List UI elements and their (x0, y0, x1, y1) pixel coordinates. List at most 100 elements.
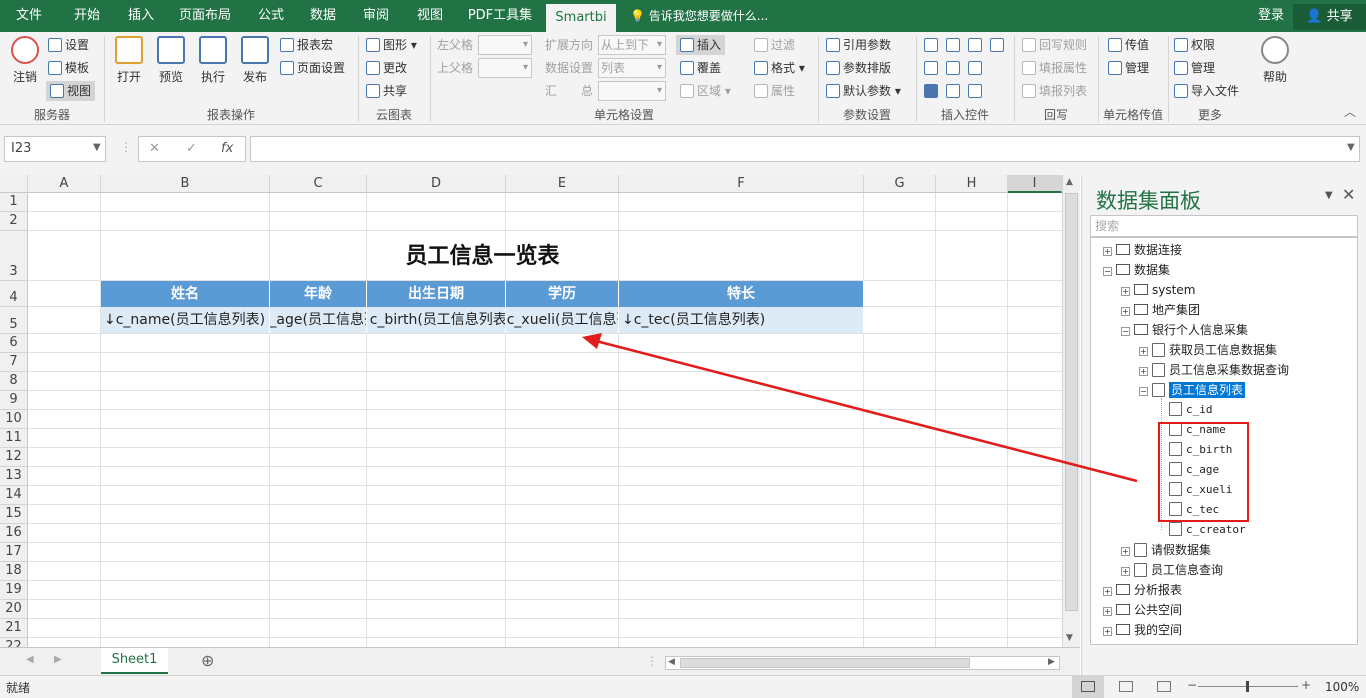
row-header-14[interactable]: 14 (0, 486, 28, 505)
header-cell-specialty[interactable]: 特长 (619, 281, 864, 307)
help-button[interactable]: 帮助 (1258, 36, 1292, 85)
row-header-8[interactable]: 8 (0, 372, 28, 391)
data-cell-specialty[interactable]: ↓c_tec(员工信息列表) (619, 307, 864, 333)
expand-direction-combo[interactable]: 从上到下 (598, 35, 666, 55)
scroll-down-icon[interactable]: ▼ (1066, 633, 1073, 643)
data-setting-combo[interactable]: 列表 (598, 58, 666, 78)
expand-icon[interactable]: + (1103, 627, 1112, 636)
open-button[interactable]: 打开 (112, 36, 146, 85)
horizontal-scroll-thumb[interactable] (680, 658, 970, 668)
expand-icon[interactable]: + (1103, 607, 1112, 616)
col-header-d[interactable]: D (367, 175, 506, 193)
sheet-tab-sheet1[interactable]: Sheet1 (101, 648, 168, 674)
scroll-up-icon[interactable]: ▲ (1066, 177, 1073, 187)
report-macro-button[interactable]: 报表宏 (280, 35, 333, 55)
control-image[interactable] (946, 58, 963, 78)
row-header-21[interactable]: 21 (0, 619, 28, 638)
row-header-16[interactable]: 16 (0, 524, 28, 543)
page-setup-button[interactable]: 页面设置 (280, 58, 345, 78)
writeback-rule-button[interactable]: 回写规则 (1022, 35, 1087, 55)
region-button[interactable]: 区域 ▾ (680, 81, 731, 101)
row-header-13[interactable]: 13 (0, 467, 28, 486)
expand-icon[interactable]: + (1121, 547, 1130, 556)
tree-employee-list[interactable]: − 员工信息列表 (1139, 380, 1246, 400)
summary-combo[interactable] (598, 81, 666, 101)
col-header-a[interactable]: A (28, 175, 101, 193)
scroll-left-icon[interactable]: ◀ (668, 657, 675, 667)
row-header-15[interactable]: 15 (0, 505, 28, 524)
data-cell-age[interactable]: ↓c_age(员工信息列表) (270, 307, 367, 333)
control-checkbox[interactable] (924, 81, 941, 101)
row-header-2[interactable]: 2 (0, 212, 28, 231)
horizontal-scrollbar[interactable]: ◀ ▶ (665, 656, 1060, 670)
col-header-f[interactable]: F (619, 175, 864, 193)
expand-icon[interactable]: + (1139, 367, 1148, 376)
import-file-button[interactable]: 导入文件 (1174, 81, 1239, 101)
zoom-in-button[interactable]: + (1301, 678, 1311, 692)
tree-field-c-creator[interactable]: c_creator (1169, 520, 1246, 540)
permission-button[interactable]: 权限 (1174, 35, 1215, 55)
expand-icon[interactable]: + (1121, 287, 1130, 296)
select-all-corner[interactable] (0, 175, 28, 193)
expand-icon[interactable]: + (1103, 587, 1112, 596)
data-cell-name[interactable]: ↓c_name(员工信息列表) (101, 307, 270, 333)
tree-bank-info[interactable]: − 银行个人信息采集 (1121, 320, 1248, 340)
preview-button[interactable]: 预览 (154, 36, 188, 85)
fill-list-button[interactable]: 填报列表 (1022, 81, 1087, 101)
tree-employee-query[interactable]: + 员工信息采集数据查询 (1139, 360, 1289, 380)
close-icon[interactable]: ✕ (1342, 185, 1355, 204)
name-box[interactable]: I23 (4, 136, 106, 162)
cover-mode-button[interactable]: 覆盖 (680, 58, 721, 78)
row-header-18[interactable]: 18 (0, 562, 28, 581)
login-button[interactable]: 登录 (1258, 0, 1284, 32)
tree-data-connection[interactable]: + 数据连接 (1103, 240, 1182, 260)
left-parent-combo[interactable] (478, 35, 532, 55)
fill-property-button[interactable]: 填报属性 (1022, 58, 1087, 78)
execute-button[interactable]: 执行 (196, 36, 230, 85)
more-manage-button[interactable]: 管理 (1174, 58, 1215, 78)
tree-real-estate[interactable]: + 地产集团 (1121, 300, 1200, 320)
add-sheet-icon[interactable]: ⊕ (201, 651, 214, 670)
row-header-4[interactable]: 4 (0, 281, 28, 307)
view-button[interactable]: 视图 (46, 81, 96, 101)
share-button[interactable]: 👤 共享 (1293, 4, 1366, 30)
confirm-icon[interactable]: ✓ (186, 137, 197, 161)
vertical-scroll-thumb[interactable] (1065, 193, 1078, 611)
spreadsheet-grid[interactable]: A B C D E F G H I 1 2 3 4 5 6 7 8 9 10 11 12 13 14 15 1… (0, 175, 1080, 647)
tab-smartbi[interactable]: Smartbi (546, 4, 616, 32)
next-sheet-icon[interactable]: ▶ (54, 654, 62, 665)
formula-input[interactable] (250, 136, 1360, 162)
col-header-i[interactable]: I (1008, 175, 1062, 193)
chart-button[interactable]: 图形 ▾ (366, 35, 417, 55)
report-title-cell[interactable]: 员工信息一览表 (101, 229, 864, 280)
row-header-12[interactable]: 12 (0, 448, 28, 467)
col-header-g[interactable]: G (864, 175, 936, 193)
expand-icon[interactable]: + (1103, 247, 1112, 256)
panel-search-input[interactable]: 搜索 (1090, 215, 1358, 237)
row-header-3[interactable]: 3 (0, 231, 28, 281)
upper-parent-combo[interactable] (478, 58, 532, 78)
control-date[interactable] (968, 35, 985, 55)
tree-datasets[interactable]: − 数据集 (1103, 260, 1170, 280)
row-header-9[interactable]: 9 (0, 391, 28, 410)
tab-view[interactable]: 视图 (407, 0, 453, 32)
data-cell-birth[interactable]: ↓c_birth(员工信息列表) (367, 307, 506, 333)
control-button[interactable] (968, 81, 985, 101)
tree-my-space[interactable]: + 我的空间 (1103, 620, 1182, 640)
pass-manage-button[interactable]: 管理 (1108, 58, 1149, 78)
tree-system[interactable]: + system (1121, 280, 1195, 300)
prev-sheet-icon[interactable]: ◀ (26, 654, 34, 665)
tree-employee-info-query[interactable]: + 员工信息查询 (1121, 560, 1223, 580)
row-header-17[interactable]: 17 (0, 543, 28, 562)
tell-me-search[interactable]: 💡 告诉我您想要做什么... (630, 0, 768, 32)
settings-button[interactable]: 设置 (48, 35, 89, 55)
header-cell-birth[interactable]: 出生日期 (367, 281, 506, 307)
param-layout-button[interactable]: 参数排版 (826, 58, 891, 78)
zoom-slider-thumb[interactable] (1246, 681, 1249, 692)
col-header-e[interactable]: E (506, 175, 619, 193)
collapse-icon[interactable]: − (1103, 267, 1112, 276)
page-layout-view-icon[interactable] (1119, 681, 1133, 692)
row-header-5[interactable]: 5 (0, 307, 28, 334)
tree-public-space[interactable]: + 公共空间 (1103, 600, 1182, 620)
tree-field-c-id[interactable]: c_id (1169, 400, 1213, 420)
